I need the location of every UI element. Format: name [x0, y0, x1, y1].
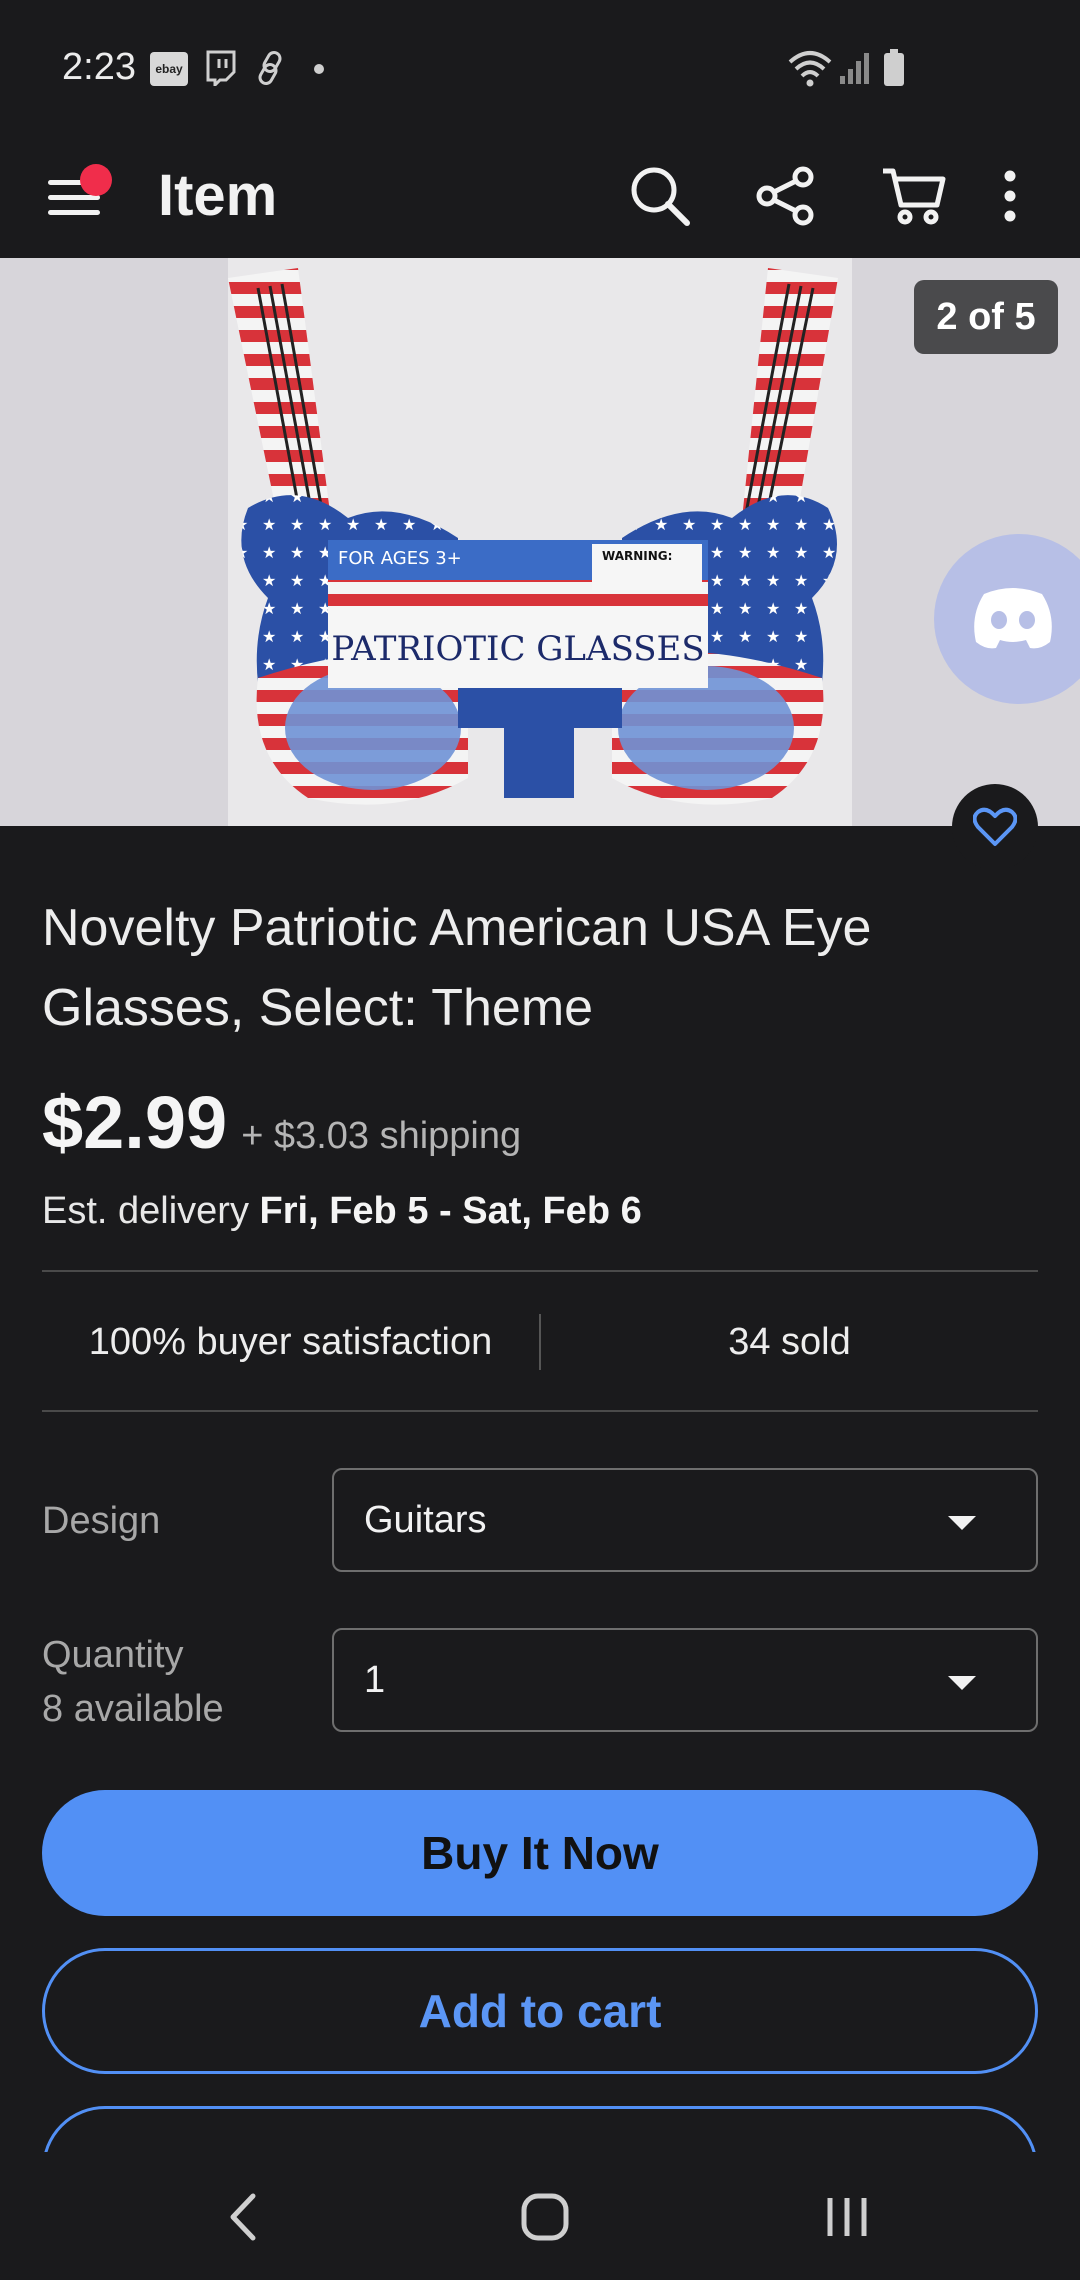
home-button[interactable] — [500, 2182, 590, 2252]
status-bar: 2:23 ebay — [0, 0, 1080, 132]
product-image: ★ — [228, 258, 852, 826]
buyer-satisfaction: 100% buyer satisfaction — [88, 1320, 493, 1363]
menu-icon-line — [48, 210, 100, 215]
design-label: Design — [42, 1500, 161, 1542]
system-nav-bar — [0, 2152, 1080, 2280]
status-time: 2:23 — [62, 46, 136, 88]
price-row: $2.99 + $3.03 shipping — [42, 1080, 521, 1165]
heart-icon — [973, 807, 1017, 846]
recents-icon — [827, 2198, 867, 2236]
estimated-delivery: Est. delivery Fri, Feb 5 - Sat, Feb 6 — [42, 1190, 642, 1233]
divider — [42, 1410, 1038, 1412]
notification-dot-icon — [314, 64, 324, 74]
menu-button[interactable] — [36, 150, 126, 240]
watchlist-heart-button[interactable] — [952, 784, 1038, 870]
notification-badge — [80, 164, 112, 196]
share-icon — [756, 166, 814, 226]
design-value: Guitars — [364, 1498, 487, 1541]
discord-chat-head[interactable] — [934, 534, 1080, 704]
ebay-icon: ebay — [150, 52, 188, 86]
quantity-label: Quantity 8 available — [42, 1628, 224, 1736]
svg-text:FOR AGES 3+: FOR AGES 3+ — [338, 548, 462, 569]
more-vertical-icon — [1004, 170, 1016, 222]
page-title: Item — [158, 163, 278, 228]
image-counter: 2 of 5 — [914, 280, 1058, 354]
quantity-select[interactable]: 1 — [332, 1628, 1038, 1732]
design-select[interactable]: Guitars — [332, 1468, 1038, 1572]
quantity-available: 8 available — [42, 1688, 224, 1730]
signal-icon — [838, 50, 874, 91]
quantity-value: 1 — [364, 1658, 386, 1701]
seller-stats: 100% buyer satisfaction 34 sold — [42, 1272, 1038, 1412]
discord-icon — [974, 588, 1052, 649]
cart-button[interactable] — [872, 154, 956, 238]
patriotic-guitar-glasses-illustration: ★ — [228, 268, 838, 805]
chevron-down-icon — [948, 1676, 976, 1690]
buy-it-now-button[interactable]: Buy It Now — [42, 1790, 1038, 1916]
delivery-label: Est. delivery — [42, 1190, 249, 1232]
listing-title: Novelty Patriotic American USA Eye Glass… — [42, 899, 872, 1037]
chevron-down-icon — [948, 1516, 976, 1530]
svg-text:PATRIOTIC GLASSES: PATRIOTIC GLASSES — [331, 629, 704, 669]
app-bar: Item — [0, 132, 1080, 258]
back-button[interactable] — [198, 2182, 288, 2252]
cart-icon — [883, 168, 946, 225]
sold-count: 34 sold — [728, 1320, 851, 1363]
search-icon — [631, 167, 690, 226]
battery-icon — [882, 48, 906, 93]
search-button[interactable] — [618, 154, 702, 238]
image-gallery[interactable]: ★ — [0, 258, 1080, 826]
share-button[interactable] — [744, 154, 828, 238]
svg-text:WARNING:: WARNING: — [602, 549, 672, 563]
recents-button[interactable] — [802, 2182, 892, 2252]
link-icon — [254, 50, 288, 91]
home-icon — [521, 2193, 569, 2241]
add-to-cart-button[interactable]: Add to cart — [42, 1948, 1038, 2074]
wifi-icon — [786, 48, 834, 93]
item-price: $2.99 — [42, 1081, 228, 1164]
twitch-icon — [204, 50, 238, 91]
back-icon — [230, 2193, 256, 2241]
quantity-label-text: Quantity — [42, 1634, 184, 1676]
shipping-cost: + $3.03 shipping — [241, 1115, 522, 1157]
delivery-dates: Fri, Feb 5 - Sat, Feb 6 — [259, 1190, 642, 1232]
more-button[interactable] — [980, 154, 1040, 238]
screen: 2:23 ebay Item FOR AGES 3+ WARNING: PATR… — [0, 0, 1080, 2280]
